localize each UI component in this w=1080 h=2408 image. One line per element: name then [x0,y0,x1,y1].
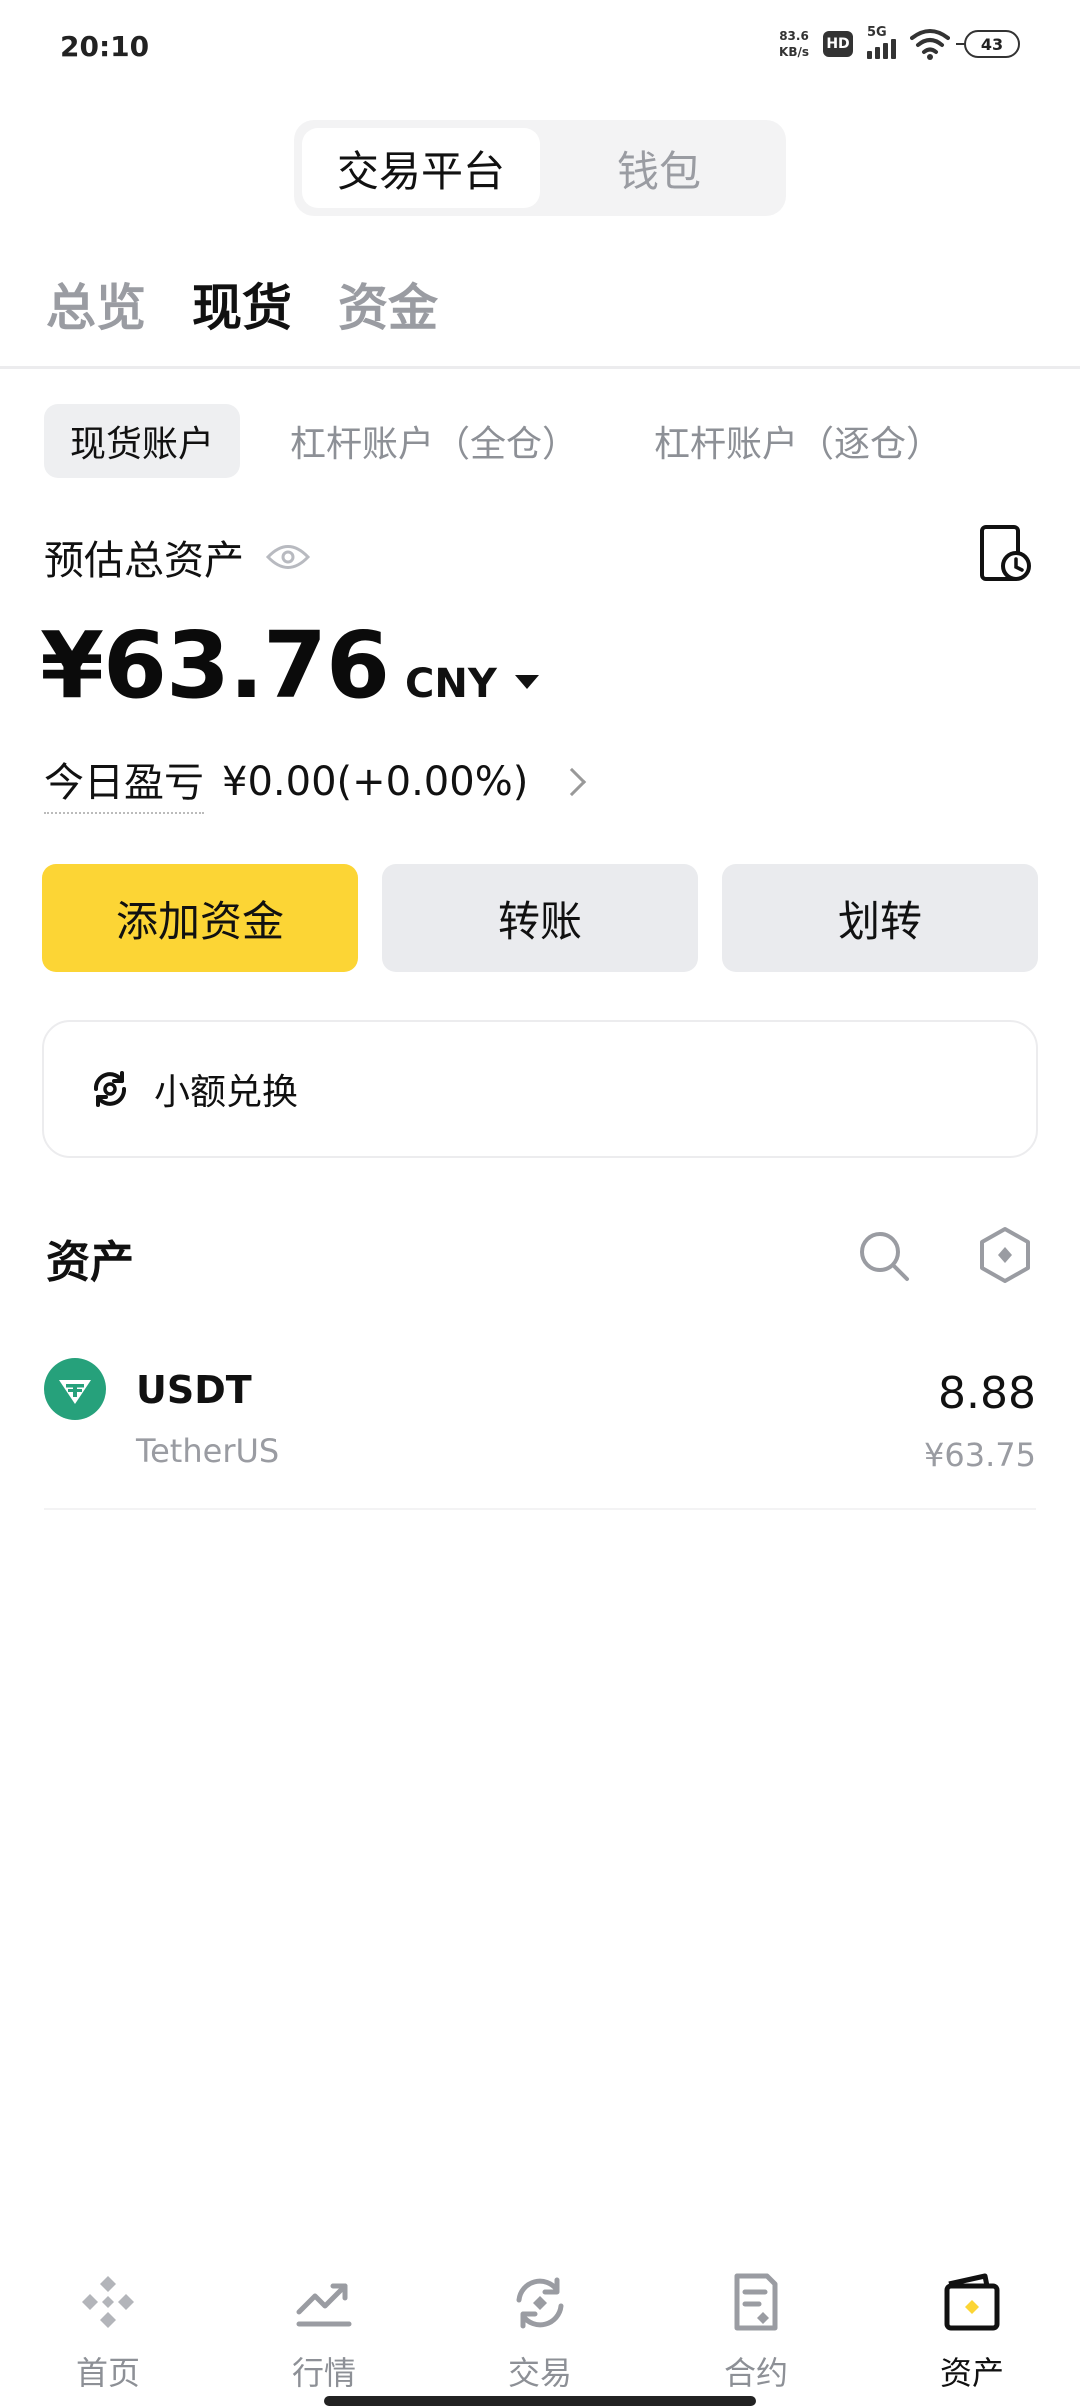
signal-type-label: 5G [867,25,887,40]
today-pnl-row[interactable]: 今日盈亏 ¥0.00(+0.00%) [44,750,587,814]
status-icons: 83.6 KB/s HD 5G 43 [779,25,1020,60]
nav-trade-label: 交易 [507,2354,572,2392]
tab-funding[interactable]: 资金 [338,268,438,340]
asset-row-usdt[interactable]: USDT TetherUS 8.88 ¥63.75 [44,1350,1036,1510]
hide-small-assets-icon[interactable] [978,1226,1032,1284]
platform-segment: 交易平台 钱包 [294,120,786,216]
nav-markets[interactable]: 行情 [216,2270,432,2408]
segment-exchange[interactable]: 交易平台 [302,128,540,208]
today-pnl-value: ¥0.00(+0.00%) [222,759,529,805]
tab-cross-margin-account[interactable]: 杠杆账户（全仓） [264,404,604,478]
estimated-total-label: 预估总资产 [44,538,244,584]
trade-icon [516,2277,564,2329]
history-record-icon[interactable] [976,524,1036,584]
assets-page: 20:10 83.6 KB/s HD 5G 43 交易平台 钱包 总览 现货 资… [0,0,1080,2408]
tether-logo-icon [44,1358,106,1420]
markets-icon [296,2283,352,2327]
segment-wallet[interactable]: 钱包 [540,128,778,208]
chevron-right-icon [558,767,587,797]
asset-amount: 8.88 [938,1368,1036,1419]
battery-icon: 43 [956,30,1020,58]
nav-assets-label: 资产 [939,2354,1004,2392]
asset-tabs: 总览 现货 资金 [46,268,438,340]
nav-home-label: 首页 [75,2354,140,2392]
asset-actions: 添加资金 转账 划转 [42,864,1038,972]
tab-spot[interactable]: 现货 [192,268,292,340]
status-time: 20:10 [60,30,150,63]
wallet-icon [944,2273,1000,2331]
wifi-icon [910,29,950,60]
tab-spot-account[interactable]: 现货账户 [44,404,241,478]
nav-home[interactable]: 首页 [0,2270,216,2408]
transfer-button[interactable]: 转账 [382,864,698,972]
network-speed: 83.6 KB/s [779,28,809,60]
currency-selector[interactable]: CNY [405,661,539,707]
status-bar: 20:10 83.6 KB/s HD 5G 43 [0,0,1080,96]
assets-section-title: 资产 [46,1237,134,1288]
futures-icon [734,2273,778,2331]
tabs-divider [0,366,1080,369]
hd-icon: HD [823,31,853,57]
total-amount-row: ¥63.76 CNY [40,612,539,719]
tab-isolated-margin-account[interactable]: 杠杆账户（逐仓） [628,404,968,478]
account-type-tabs: 现货账户 杠杆账户（全仓） 杠杆账户（逐仓） [44,404,992,478]
nav-futures[interactable]: 合约 [648,2270,864,2408]
bottom-nav: 首页 行情 交易 合约 资产 [0,2270,1080,2408]
caret-down-icon [514,675,539,689]
total-amount: ¥63.76 [40,612,390,719]
nav-futures-label: 合约 [723,2354,788,2392]
network-speed-unit: KB/s [779,45,809,59]
home-icon [82,2276,134,2328]
asset-value: ¥63.75 [924,1436,1036,1474]
estimated-total-label-row: 预估总资产 [44,528,310,586]
tab-overview[interactable]: 总览 [46,268,146,340]
currency-code: CNY [405,661,497,707]
home-indicator[interactable] [324,2396,756,2406]
internal-transfer-button[interactable]: 划转 [722,864,1038,972]
small-exchange-button[interactable]: 小额兑换 [42,1020,1038,1158]
nav-trade[interactable]: 交易 [432,2270,648,2408]
network-speed-value: 83.6 [779,29,809,43]
search-icon[interactable] [856,1228,912,1284]
asset-full-name: TetherUS [136,1432,280,1470]
small-exchange-label: 小额兑换 [154,1072,299,1113]
today-pnl-label: 今日盈亏 [44,750,204,814]
nav-markets-label: 行情 [291,2354,356,2392]
nav-assets[interactable]: 资产 [864,2270,1080,2408]
cell-signal-icon: 5G [867,25,896,59]
asset-symbol: USDT [136,1368,252,1412]
eye-icon[interactable] [266,542,310,572]
convert-icon [94,1071,126,1107]
add-funds-button[interactable]: 添加资金 [42,864,358,972]
